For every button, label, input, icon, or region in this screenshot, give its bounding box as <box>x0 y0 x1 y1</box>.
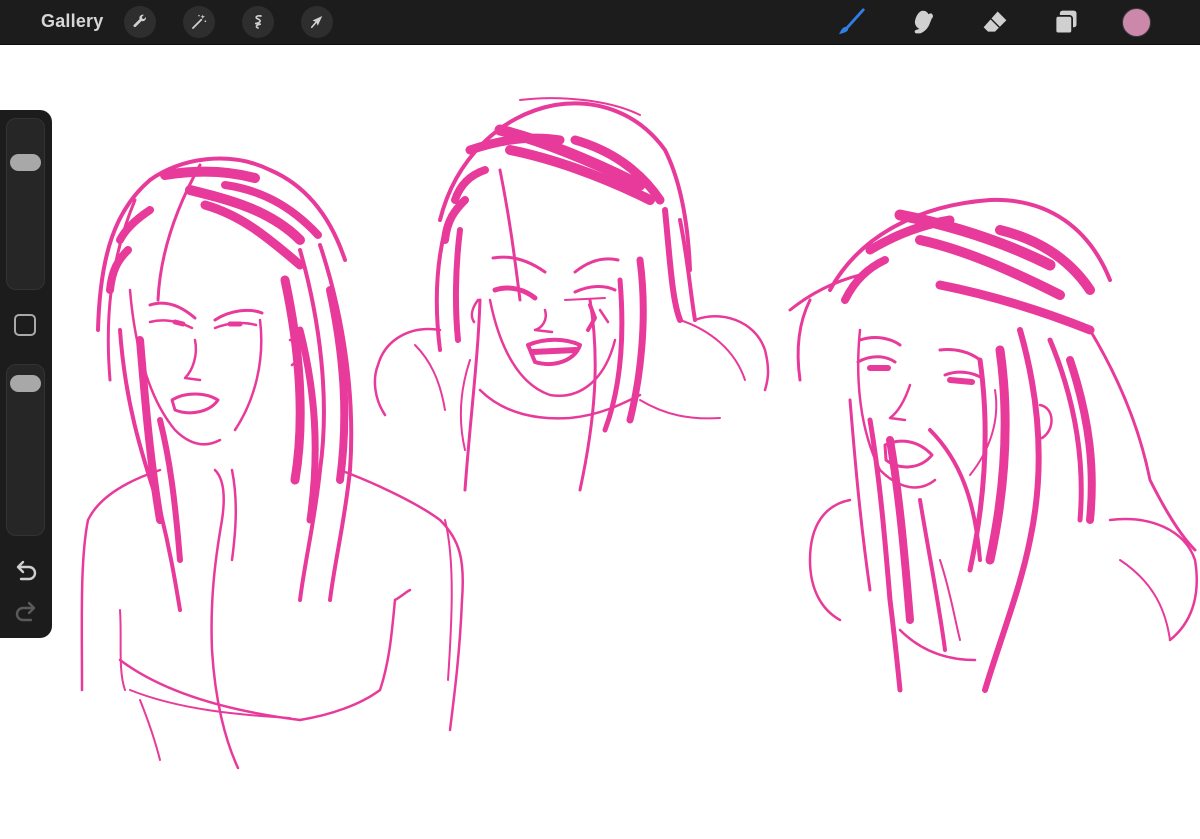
drawing-canvas[interactable] <box>0 45 1200 834</box>
layers-button[interactable] <box>1050 6 1082 38</box>
sketch-figure-left <box>80 156 465 770</box>
wrench-icon <box>133 14 146 28</box>
erase-button[interactable] <box>979 6 1011 38</box>
sketch-figure-right <box>788 197 1198 693</box>
paint-button[interactable] <box>836 6 868 38</box>
eraser-icon <box>983 11 1007 32</box>
actions-button[interactable] <box>124 6 156 38</box>
transform-arrow-icon <box>310 16 323 29</box>
smudge-button[interactable] <box>907 6 939 38</box>
smudge-icon <box>914 10 933 34</box>
transform-button[interactable] <box>301 6 333 38</box>
gallery-button[interactable]: Gallery <box>41 11 103 32</box>
color-swatch-button[interactable] <box>1122 8 1151 37</box>
magic-wand-icon <box>192 14 207 29</box>
selection-icon <box>254 15 262 29</box>
sketch-figure-center <box>373 97 770 492</box>
brush-icon <box>838 8 865 35</box>
layers-icon <box>1054 10 1077 35</box>
selection-button[interactable] <box>242 6 274 38</box>
canvas-artwork <box>80 97 1198 770</box>
adjustments-button[interactable] <box>183 6 215 38</box>
top-toolbar: Gallery <box>0 0 1200 45</box>
